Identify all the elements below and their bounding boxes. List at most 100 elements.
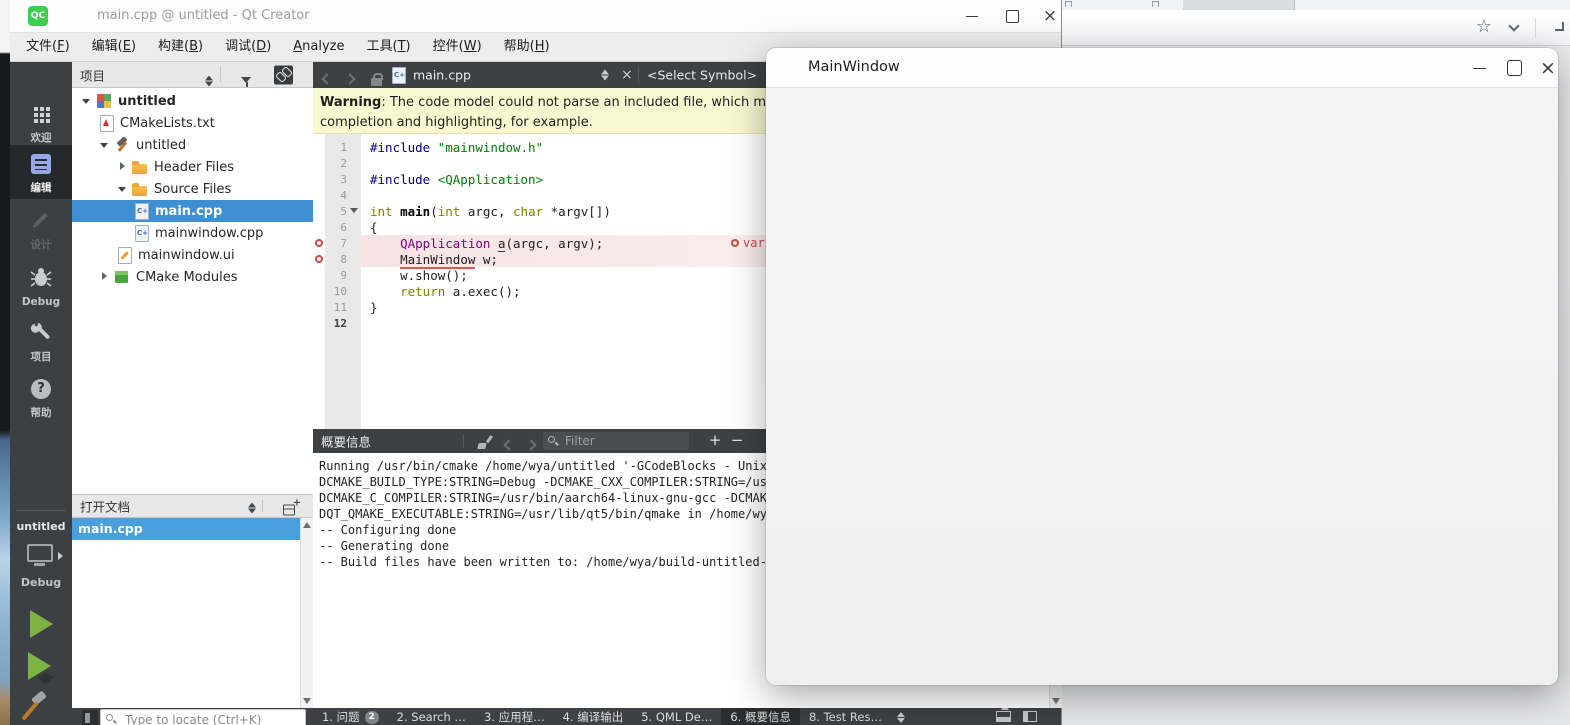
cpp-file-icon xyxy=(390,67,407,84)
sidebar-mode-design[interactable]: 设计 xyxy=(10,202,72,256)
line-number: 3 xyxy=(340,172,347,186)
tree-item-mainwindow-ui[interactable]: mainwindow.ui xyxy=(72,244,313,266)
corner-arrow-icon[interactable] xyxy=(1555,22,1564,31)
output-tab-8-test-res-[interactable]: 8. Test Res… xyxy=(800,708,891,725)
expanded-arrow-icon[interactable] xyxy=(98,140,114,150)
clear-output-icon[interactable] xyxy=(477,435,492,449)
menu-item-build[interactable]: 构建(B) xyxy=(147,33,214,61)
menu-item-tools[interactable]: 工具(T) xyxy=(356,33,422,61)
maximize-output-pane-icon[interactable] xyxy=(996,708,1011,722)
scroll-up-icon[interactable] xyxy=(303,522,311,528)
mainwindow-minimize-button[interactable] xyxy=(1466,56,1492,80)
close-document-icon[interactable]: × xyxy=(621,67,633,83)
output-pane-title: 概要信息 xyxy=(321,434,372,450)
chevron-down-icon[interactable] xyxy=(1508,20,1520,32)
tree-item-main-cpp[interactable]: main.cpp xyxy=(72,200,313,222)
close-button[interactable]: × xyxy=(1038,6,1062,26)
code-token: } xyxy=(370,299,378,315)
sidebar-mode-welcome[interactable]: 欢迎 xyxy=(10,95,72,149)
tree-item-cmakelists-txt[interactable]: CMakeLists.txt xyxy=(72,112,313,134)
next-item-icon[interactable] xyxy=(525,439,537,451)
sidebar-project-label: untitled xyxy=(16,520,66,533)
code-token: return xyxy=(400,283,446,299)
link-with-editor-icon[interactable] xyxy=(274,65,294,84)
tree-item-header-files[interactable]: Header Files xyxy=(72,156,313,178)
sidebar-mode-edit[interactable]: 编辑 xyxy=(10,145,72,199)
locator-input[interactable] xyxy=(100,709,306,725)
output-tab-2-search-[interactable]: 2. Search … xyxy=(388,708,475,725)
scroll-down-icon[interactable] xyxy=(303,698,311,704)
line-number: 7 xyxy=(340,236,347,250)
sidebar-mode-debug[interactable]: Debug xyxy=(10,258,72,312)
filter-input[interactable] xyxy=(565,434,675,448)
zoom-out-icon[interactable]: − xyxy=(727,429,747,453)
kit-selector-arrow-icon[interactable] xyxy=(58,552,63,560)
output-tab-6-[interactable]: 6. 概要信息 xyxy=(721,708,800,725)
expanded-arrow-icon[interactable] xyxy=(80,96,96,106)
tree-item-untitled[interactable]: untitled xyxy=(72,134,313,156)
browser-tab[interactable] xyxy=(1183,0,1295,10)
output-tab-5-qml-de-[interactable]: 5. QML De… xyxy=(632,708,721,725)
fold-arrow-icon[interactable] xyxy=(350,208,358,213)
cube-icon xyxy=(114,269,131,285)
code-token: a.exec(); xyxy=(445,283,521,299)
expanded-arrow-icon[interactable] xyxy=(116,184,132,194)
build-hammer-handle[interactable] xyxy=(21,701,39,721)
open-file-name[interactable]: main.cpp xyxy=(413,68,471,83)
tree-item-source-files[interactable]: Source Files xyxy=(72,178,313,200)
filter-icon[interactable] xyxy=(241,76,252,88)
mainwindow-close-button[interactable]: × xyxy=(1535,56,1561,80)
symbol-selector[interactable]: <Select Symbol> xyxy=(647,68,757,83)
minimize-button[interactable] xyxy=(960,6,984,26)
toggle-right-sidebar-icon[interactable] xyxy=(1023,711,1037,722)
menu-item-edit[interactable]: 编辑(E) xyxy=(81,33,147,61)
menu-item-help[interactable]: 帮助(H) xyxy=(493,33,561,61)
mainwindow-maximize-button[interactable] xyxy=(1501,56,1527,80)
collapsed-arrow-icon[interactable] xyxy=(98,272,114,282)
output-tab-3-[interactable]: 3. 应用程… xyxy=(475,708,554,725)
go-back-icon[interactable] xyxy=(321,73,333,85)
tree-item-cmake-modules[interactable]: CMake Modules xyxy=(72,266,313,288)
code-token: main xyxy=(400,203,431,219)
panel-switch-icon[interactable] xyxy=(248,502,257,515)
progress-details-icon[interactable] xyxy=(82,710,98,725)
split-panel-icon[interactable] xyxy=(283,498,301,516)
panel-switch-icon[interactable] xyxy=(205,74,214,87)
help-icon: ? xyxy=(30,378,52,400)
kit-selector-monitor-icon[interactable] xyxy=(27,544,53,566)
scroll-down-icon[interactable] xyxy=(1052,698,1060,704)
code-token: <QApplication> xyxy=(437,171,544,187)
output-tab-1-[interactable]: 1. 问题 2 xyxy=(313,708,388,725)
mainwindow-titlebar[interactable]: MainWindow × xyxy=(766,48,1558,88)
output-filter-box[interactable] xyxy=(543,432,689,450)
mainwindow-preview-window: MainWindow × xyxy=(766,48,1558,685)
browser-partial-icon xyxy=(1065,1,1072,7)
menu-item-debug[interactable]: 调试(D) xyxy=(214,33,282,61)
code-token: *argv[]) xyxy=(543,203,611,219)
sidebar-mode-projects[interactable]: 项目 xyxy=(10,314,72,368)
output-tab-label: 2. Search … xyxy=(396,710,466,724)
expand-panel-icon[interactable] xyxy=(896,711,906,724)
zoom-in-icon[interactable]: + xyxy=(705,429,725,453)
bookmark-star-icon[interactable]: ☆ xyxy=(1476,16,1492,38)
output-tab-4-[interactable]: 4. 编译输出 xyxy=(554,708,633,725)
maximize-button[interactable] xyxy=(1000,6,1024,26)
document-dropdown-icon[interactable] xyxy=(601,69,610,82)
open-documents-scrollbar[interactable] xyxy=(300,518,313,708)
sidebar-mode-help[interactable]: ? 帮助 xyxy=(10,370,72,424)
go-forward-icon[interactable] xyxy=(344,73,356,85)
open-document-item[interactable]: main.cpp xyxy=(72,518,313,540)
menu-item-analyze[interactable]: Analyze xyxy=(282,33,355,61)
menu-item-widgets[interactable]: 控件(W) xyxy=(422,33,493,61)
cpp-icon xyxy=(133,203,150,220)
collapsed-arrow-icon[interactable] xyxy=(116,162,132,172)
mode-sidebar: 欢迎 编辑 设计 Debug 项目? 帮助 untitled Debug xyxy=(10,62,72,725)
menu-item-file[interactable]: 文件(F) xyxy=(15,33,81,61)
mainwindow-body xyxy=(766,89,1558,685)
tree-item-untitled[interactable]: untitled xyxy=(72,90,313,112)
tree-item-mainwindow-cpp[interactable]: mainwindow.cpp xyxy=(72,222,313,244)
lock-icon[interactable] xyxy=(371,73,383,86)
previous-item-icon[interactable] xyxy=(503,439,515,451)
browser-toolbar: ☆ xyxy=(1056,10,1570,46)
run-button[interactable] xyxy=(30,610,53,638)
